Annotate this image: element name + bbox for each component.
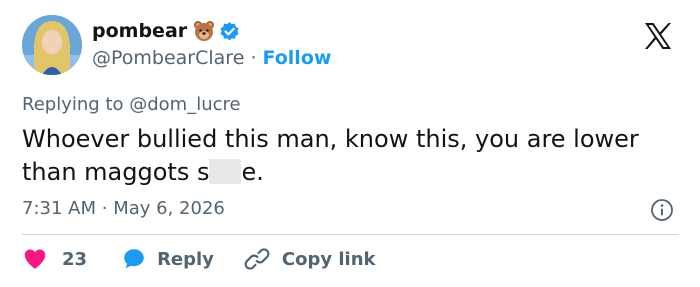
verified-badge-icon	[219, 21, 240, 42]
speech-bubble-icon	[124, 249, 144, 269]
reply-button[interactable]: Reply	[121, 246, 214, 272]
bear-face-icon	[193, 20, 215, 42]
handle-separator: ·	[250, 47, 257, 69]
redaction-block	[209, 159, 242, 184]
replying-to: Replying to @dom_lucre	[22, 94, 241, 115]
info-icon[interactable]	[650, 198, 674, 222]
avatar-image	[22, 15, 82, 75]
copy-link-label: Copy link	[281, 248, 376, 270]
timestamp[interactable]: 7:31 AM · May 6, 2026	[22, 198, 225, 219]
tweet-time: 7:31 AM	[22, 198, 96, 219]
divider	[22, 234, 679, 235]
replying-to-handle[interactable]: @dom_lucre	[129, 94, 240, 115]
tweet-text-line1: Whoever bullied this man, know this, you…	[22, 125, 639, 153]
replying-to-prefix: Replying to	[22, 94, 124, 115]
author-name-row: pombear	[92, 20, 240, 42]
link-icon	[244, 248, 270, 270]
follow-button[interactable]: Follow	[263, 47, 332, 69]
copy-link-button[interactable]: Copy link	[244, 246, 376, 272]
like-button[interactable]: 23	[22, 246, 87, 272]
display-name[interactable]: pombear	[92, 20, 187, 42]
handle-row: @PombearClare · Follow	[92, 47, 331, 69]
tweet-text-line2-start: than maggots s	[22, 158, 210, 186]
avatar[interactable]	[22, 15, 82, 75]
reply-label: Reply	[157, 248, 214, 270]
x-logo-icon[interactable]	[642, 20, 674, 52]
timestamp-separator: ·	[101, 198, 108, 219]
action-bar: 23 Reply Copy link	[22, 246, 376, 272]
heart-icon	[24, 249, 46, 269]
tweet-text: Whoever bullied this man, know this, you…	[22, 123, 687, 189]
tweet-date: May 6, 2026	[113, 198, 225, 219]
like-count: 23	[62, 248, 88, 270]
author-handle[interactable]: @PombearClare	[92, 47, 244, 69]
tweet-text-line2-end: e.	[241, 158, 264, 186]
